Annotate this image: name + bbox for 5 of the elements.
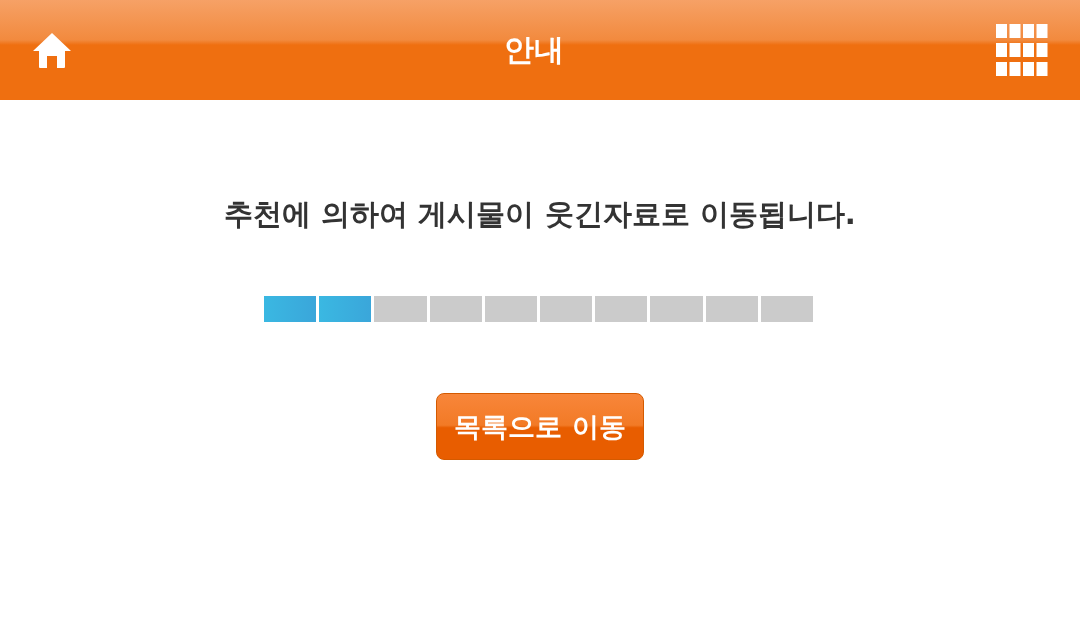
go-to-list-button[interactable]: 목록으로 이동	[436, 393, 644, 460]
grid-menu-icon[interactable]	[996, 24, 1048, 76]
header-title: 안내	[504, 30, 564, 69]
home-icon[interactable]	[32, 30, 72, 70]
notice-message: 추천에 의하여 게시물이 웃긴자료로 이동됩니다.	[224, 196, 856, 233]
